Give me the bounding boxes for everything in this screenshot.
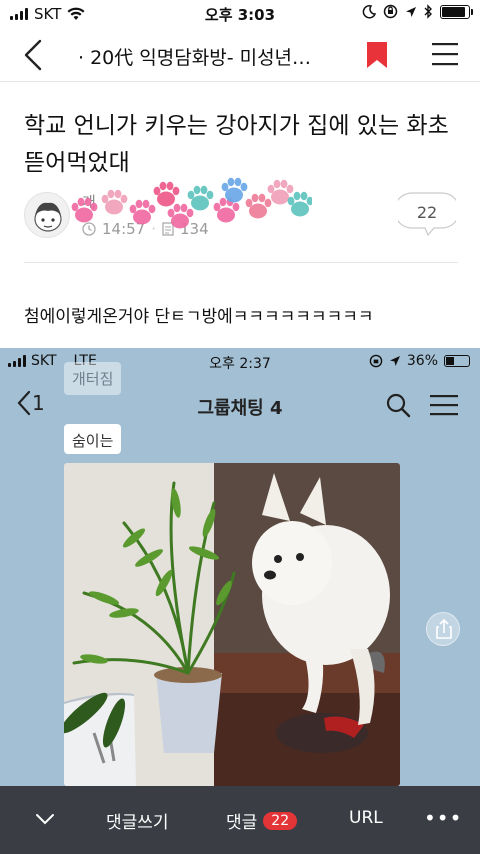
divider <box>24 262 458 263</box>
post-title: 학교 언니가 키우는 강아지가 집에 있는 화초 뜯어먹었대 <box>24 113 449 176</box>
paw-sticker <box>187 185 214 211</box>
embedded-rotation-lock-icon <box>369 354 383 368</box>
paw-sticker <box>153 181 180 207</box>
comments-button[interactable]: 댓글 22 <box>226 808 298 833</box>
embedded-location-icon <box>389 356 400 366</box>
dog-plant-image <box>64 463 400 786</box>
embedded-battery-percent: 36% <box>406 353 438 369</box>
embedded-screenshot: SKT LTE 오후 2:37 36% 1 그룹채팅 4 개터짐 숨이는 <box>0 348 480 786</box>
paw-sticker <box>167 203 194 229</box>
paw-sticker <box>287 191 312 217</box>
more-button[interactable]: ••• <box>424 806 462 830</box>
chat-menu-icon <box>430 395 458 416</box>
bottom-toolbar: 댓글쓰기 댓글 22 URL ••• <box>0 786 480 854</box>
chevron-down-icon[interactable] <box>34 812 56 826</box>
comment-count-button[interactable]: 22 <box>393 192 461 237</box>
comment-count: 22 <box>416 203 438 222</box>
paw-sticker <box>245 193 272 219</box>
top-nav: · 20代 익명담화방- 미성년… <box>0 28 480 82</box>
chat-message: 개터짐 <box>64 362 122 395</box>
embedded-status-icons: 36% <box>369 353 470 369</box>
embedded-battery-icon <box>444 355 470 367</box>
menu-icon[interactable] <box>432 42 458 66</box>
paw-sticker <box>129 199 156 225</box>
comment-count-badge: 22 <box>263 811 298 830</box>
write-comment-button[interactable]: 댓글쓰기 <box>106 808 169 833</box>
rotation-lock-icon <box>383 4 398 19</box>
location-icon <box>406 6 416 17</box>
bookmark-icon[interactable] <box>366 41 388 69</box>
paw-sticker <box>71 197 98 223</box>
paw-stickers <box>71 177 312 229</box>
status-icons <box>362 4 473 19</box>
paw-sticker <box>221 177 248 203</box>
search-icon <box>386 393 411 418</box>
dog-photo <box>64 463 400 786</box>
moon-icon <box>362 4 376 18</box>
bluetooth-icon <box>424 4 432 19</box>
share-icon <box>436 618 452 639</box>
comments-label: 댓글 <box>226 813 258 833</box>
share-button <box>426 612 460 646</box>
battery-icon <box>440 4 473 19</box>
url-button[interactable]: URL <box>349 808 383 828</box>
status-bar: SKT 오후 3:03 <box>0 0 480 28</box>
post-body-text: 첨에이렇게온거야 단ㅌㄱ방에ㅋㅋㅋㅋㅋㅋㅋㅋㅋ <box>24 307 374 327</box>
back-chevron-icon[interactable] <box>20 38 50 72</box>
paw-sticker <box>101 189 128 215</box>
chat-message: 숨이는 <box>64 424 122 454</box>
board-title[interactable]: · 20代 익명담화방- 미성년… <box>78 43 311 70</box>
